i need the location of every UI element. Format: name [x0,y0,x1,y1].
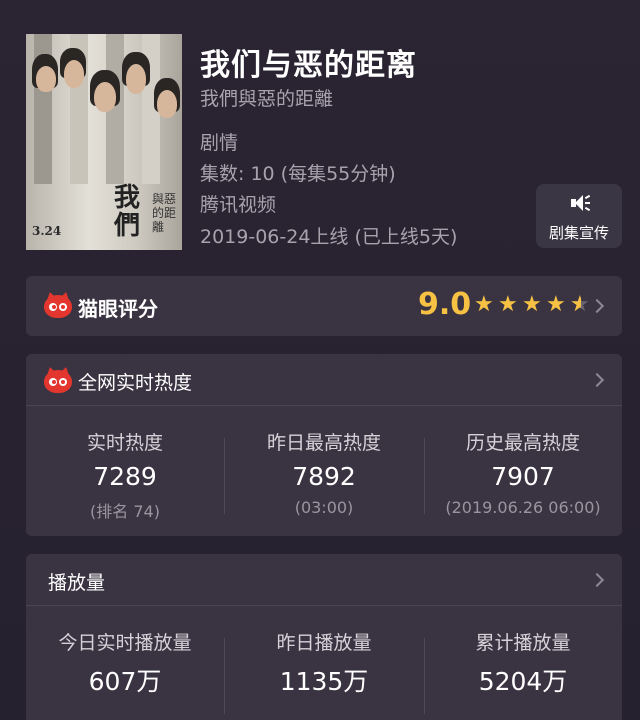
show-platform: 腾讯视频 [200,194,277,216]
stat-column: 昨日最高热度 7892 (03:00) [224,406,424,536]
poster-image[interactable]: 我們 與惡的距離 3.24 [26,34,182,250]
poster-figure [64,60,84,88]
stat-column: 累计播放量 5204万 [424,606,622,720]
stat-label: 昨日最高热度 [266,432,381,454]
stat-label: 实时热度 [86,432,163,454]
stat-value: 1135万 [279,667,369,696]
poster-figure [36,66,56,92]
poster-title-text: 我們 [114,183,141,241]
half-star-icon: ★ ★ [570,292,590,317]
stat-value: 7892 [292,462,356,491]
promo-button[interactable]: 剧集宣传 [536,184,622,248]
chevron-right-icon[interactable] [589,372,605,388]
stat-label: 历史最高热度 [465,432,580,454]
heat-card: 全网实时热度 实时热度 7289 (排名 74) 昨日最高热度 7892 (03… [26,354,622,536]
poster-figure [94,82,116,112]
show-title: 我们与恶的距离 [200,48,417,83]
cat-logo-icon [44,365,72,393]
plays-label: 播放量 [48,572,106,594]
star-icon: ★ [522,292,542,317]
star-icon: ★ [546,292,566,317]
rating-score: 9.0 [418,287,472,322]
stat-sub: (2019.06.26 06:00) [445,498,601,517]
rating-label: 猫眼评分 [78,297,158,321]
poster-subtitle-text: 與惡的距離 [152,192,177,234]
show-release-date: 2019-06-24上线 (已上线5天) [200,226,458,248]
poster-figure [157,90,177,118]
stat-sub: (03:00) [294,498,354,517]
stat-value: 7907 [491,462,555,491]
stat-label: 今日实时播放量 [58,632,192,654]
speaker-icon [571,194,591,212]
stat-value: 5204万 [478,667,568,696]
heat-label: 全网实时热度 [78,372,193,394]
plays-card: 播放量 今日实时播放量 607万 昨日播放量 1135万 累计播放量 5204万 [26,554,622,720]
show-genre: 剧情 [200,132,239,154]
stat-column: 今日实时播放量 607万 [26,606,224,720]
poster-date-text: 3.24 [32,224,62,238]
heat-card-header[interactable]: 全网实时热度 [26,354,622,406]
stat-column: 昨日播放量 1135万 [224,606,424,720]
show-subtitle: 我們與惡的距離 [200,88,334,110]
show-episodes: 集数: 10 (每集55分钟) [200,163,396,185]
promo-label: 剧集宣传 [548,224,609,242]
stat-column: 历史最高热度 7907 (2019.06.26 06:00) [424,406,622,536]
stat-column: 实时热度 7289 (排名 74) [26,406,224,536]
stat-label: 昨日播放量 [276,632,372,654]
cat-logo-icon [44,290,72,318]
stat-label: 累计播放量 [475,632,571,654]
show-detail-page: 我們 與惡的距離 3.24 我们与恶的距离 我們與惡的距離 剧情 集数: 10 … [0,0,640,720]
poster-figure [126,64,146,94]
chevron-right-icon[interactable] [589,572,605,588]
stat-value: 7289 [93,462,157,491]
stat-sub: (排名 74) [90,502,160,521]
stat-value: 607万 [88,667,162,696]
rating-card[interactable]: 猫眼评分 9.0 ★ ★ ★ ★ ★ ★ [26,276,622,336]
star-icon: ★ [474,292,494,317]
plays-card-header[interactable]: 播放量 [26,554,622,606]
star-icon: ★ [498,292,518,317]
chevron-right-icon[interactable] [589,298,605,314]
